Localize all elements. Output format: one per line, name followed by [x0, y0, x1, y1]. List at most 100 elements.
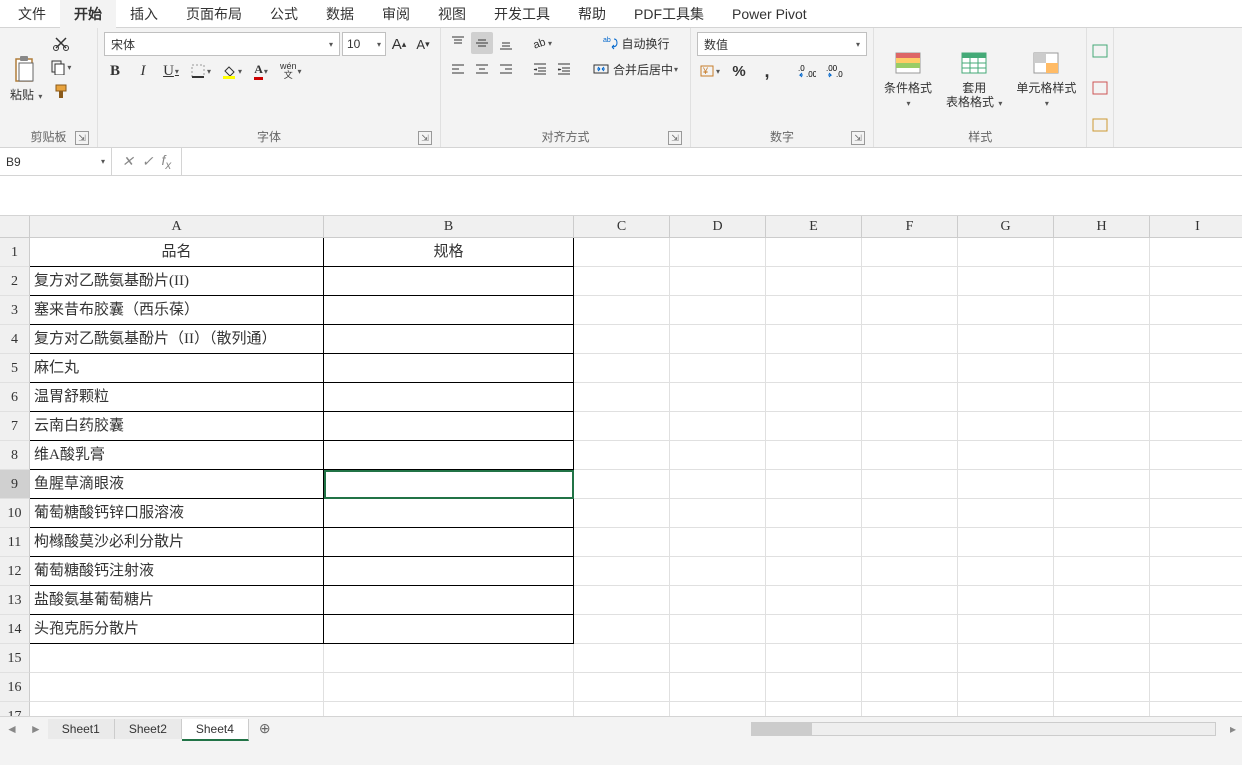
cell-A12[interactable]: 葡萄糖酸钙注射液 [30, 557, 324, 586]
cell-B17[interactable] [324, 702, 574, 716]
cell-F14[interactable] [862, 615, 958, 644]
insert-function-button[interactable]: fx [161, 152, 171, 172]
formula-bar[interactable] [182, 148, 1242, 175]
cell-D6[interactable] [670, 383, 766, 412]
menu-tab-开发工具[interactable]: 开发工具 [480, 0, 564, 28]
cell-D1[interactable] [670, 238, 766, 267]
decrease-decimal-button[interactable]: .00.0 [824, 60, 846, 82]
cell-D3[interactable] [670, 296, 766, 325]
spreadsheet-grid[interactable]: ABCDEFGHI 1234567891011121314151617 品名规格… [0, 216, 1242, 716]
clipboard-dialog-launcher[interactable]: ⇲ [75, 131, 89, 145]
orientation-button[interactable]: ab ▾ [529, 32, 554, 54]
sheet-tab-Sheet1[interactable]: Sheet1 [48, 719, 115, 739]
cell-B14[interactable] [324, 615, 574, 644]
cell-H15[interactable] [1054, 644, 1150, 673]
cell-E2[interactable] [766, 267, 862, 296]
scrollbar-thumb[interactable] [752, 723, 812, 735]
menu-tab-审阅[interactable]: 审阅 [368, 0, 424, 28]
cell-F9[interactable] [862, 470, 958, 499]
increase-font-button[interactable]: A▴ [388, 33, 410, 55]
horizontal-scrollbar[interactable] [751, 722, 1216, 736]
cell-A1[interactable]: 品名 [30, 238, 324, 267]
cell-G13[interactable] [958, 586, 1054, 615]
font-dialog-launcher[interactable]: ⇲ [418, 131, 432, 145]
cell-C3[interactable] [574, 296, 670, 325]
cell-G7[interactable] [958, 412, 1054, 441]
cell-F15[interactable] [862, 644, 958, 673]
increase-indent-button[interactable] [553, 58, 575, 80]
format-painter-button[interactable] [48, 80, 73, 102]
menu-tab-Power Pivot[interactable]: Power Pivot [718, 2, 821, 26]
cell-F12[interactable] [862, 557, 958, 586]
cell-F13[interactable] [862, 586, 958, 615]
font-size-select[interactable]: 10▾ [342, 32, 386, 56]
cell-G4[interactable] [958, 325, 1054, 354]
column-header-A[interactable]: A [30, 216, 324, 238]
font-color-button[interactable]: A ▾ [250, 60, 272, 82]
cell-F7[interactable] [862, 412, 958, 441]
cell-H16[interactable] [1054, 673, 1150, 702]
cell-C11[interactable] [574, 528, 670, 557]
cell-F11[interactable] [862, 528, 958, 557]
cell-H1[interactable] [1054, 238, 1150, 267]
column-header-C[interactable]: C [574, 216, 670, 238]
cell-H3[interactable] [1054, 296, 1150, 325]
column-header-B[interactable]: B [324, 216, 574, 238]
cell-G16[interactable] [958, 673, 1054, 702]
cell-A10[interactable]: 葡萄糖酸钙锌口服溶液 [30, 499, 324, 528]
fill-color-button[interactable]: ▾ [219, 60, 244, 82]
column-header-I[interactable]: I [1150, 216, 1242, 238]
cell-I6[interactable] [1150, 383, 1242, 412]
cell-D14[interactable] [670, 615, 766, 644]
cell-I2[interactable] [1150, 267, 1242, 296]
name-box[interactable]: B9▾ [0, 148, 112, 175]
cell-B5[interactable] [324, 354, 574, 383]
cell-D9[interactable] [670, 470, 766, 499]
cell-F6[interactable] [862, 383, 958, 412]
cell-G5[interactable] [958, 354, 1054, 383]
increase-decimal-button[interactable]: .0.00 [796, 60, 818, 82]
cell-I8[interactable] [1150, 441, 1242, 470]
cell-E1[interactable] [766, 238, 862, 267]
cell-D2[interactable] [670, 267, 766, 296]
scroll-right-button[interactable]: ▸ [1224, 722, 1242, 736]
cell-C7[interactable] [574, 412, 670, 441]
cell-B6[interactable] [324, 383, 574, 412]
row-header-5[interactable]: 5 [0, 354, 30, 383]
cell-E12[interactable] [766, 557, 862, 586]
row-header-12[interactable]: 12 [0, 557, 30, 586]
cell-G3[interactable] [958, 296, 1054, 325]
cell-A2[interactable]: 复方对乙酰氨基酚片(II) [30, 267, 324, 296]
cell-A14[interactable]: 头孢克肟分散片 [30, 615, 324, 644]
decrease-indent-button[interactable] [529, 58, 551, 80]
overflow-button-2[interactable] [1089, 77, 1111, 99]
cell-H11[interactable] [1054, 528, 1150, 557]
cell-H9[interactable] [1054, 470, 1150, 499]
cell-H17[interactable] [1054, 702, 1150, 716]
row-header-8[interactable]: 8 [0, 441, 30, 470]
font-name-select[interactable]: 宋体▾ [104, 32, 340, 56]
cell-styles-button[interactable]: 单元格样式▾ [1012, 32, 1080, 126]
row-header-14[interactable]: 14 [0, 615, 30, 644]
column-header-E[interactable]: E [766, 216, 862, 238]
row-header-17[interactable]: 17 [0, 702, 30, 716]
cell-A3[interactable]: 塞来昔布胶囊（西乐葆） [30, 296, 324, 325]
cell-E8[interactable] [766, 441, 862, 470]
cell-G1[interactable] [958, 238, 1054, 267]
cell-D12[interactable] [670, 557, 766, 586]
cell-B15[interactable] [324, 644, 574, 673]
row-header-6[interactable]: 6 [0, 383, 30, 412]
menu-tab-公式[interactable]: 公式 [256, 0, 312, 28]
cell-B1[interactable]: 规格 [324, 238, 574, 267]
row-header-11[interactable]: 11 [0, 528, 30, 557]
cell-H12[interactable] [1054, 557, 1150, 586]
cell-C15[interactable] [574, 644, 670, 673]
cell-I7[interactable] [1150, 412, 1242, 441]
underline-button[interactable]: U ▾ [160, 60, 182, 82]
cell-I10[interactable] [1150, 499, 1242, 528]
cell-G14[interactable] [958, 615, 1054, 644]
cell-B12[interactable] [324, 557, 574, 586]
cell-E9[interactable] [766, 470, 862, 499]
phonetic-button[interactable]: wén文 ▾ [278, 60, 304, 82]
cell-C13[interactable] [574, 586, 670, 615]
